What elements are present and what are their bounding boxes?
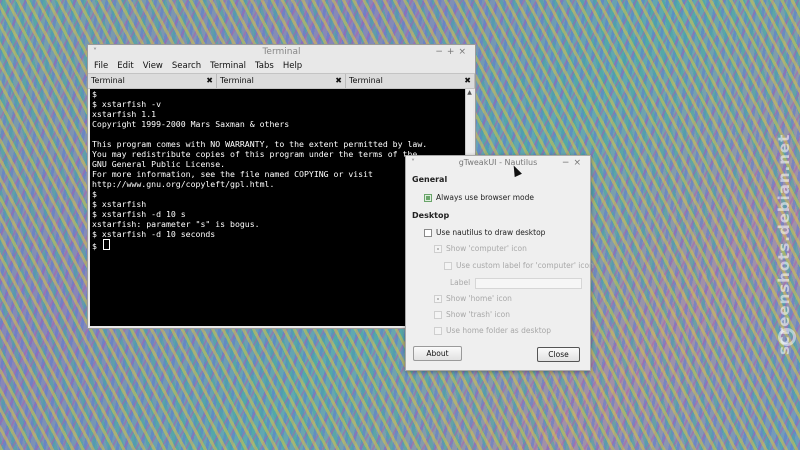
draw-desktop-label: Use nautilus to draw desktop xyxy=(436,228,546,237)
checkbox-checked-icon[interactable] xyxy=(424,193,432,202)
debian-logo-icon xyxy=(778,328,796,346)
checkbox-disabled-icon xyxy=(444,261,452,270)
label-caption: Label xyxy=(450,278,471,287)
checkbox-disabled-icon xyxy=(434,294,442,303)
about-button[interactable]: About xyxy=(413,346,462,361)
custom-label-text: Use custom label for 'computer' icon xyxy=(456,261,594,270)
show-trash-checkbox: Show 'trash' icon xyxy=(434,310,510,319)
tab-terminal-2[interactable]: Terminal ✖ xyxy=(217,74,346,88)
desktop-heading: Desktop xyxy=(412,211,450,220)
menu-view[interactable]: View xyxy=(143,59,163,73)
custom-label-checkbox: Use custom label for 'computer' icon xyxy=(444,261,594,270)
menu-tabs[interactable]: Tabs xyxy=(255,59,274,73)
label-input xyxy=(475,278,582,289)
close-tab-icon[interactable]: ✖ xyxy=(335,74,342,88)
terminal-prompt: $ xyxy=(92,241,102,251)
window-menu-icon[interactable]: ˅ xyxy=(411,156,415,170)
home-as-desktop-label: Use home folder as desktop xyxy=(446,326,551,335)
menu-help[interactable]: Help xyxy=(283,59,302,73)
terminal-menubar: File Edit View Search Terminal Tabs Help xyxy=(88,59,475,73)
window-controls[interactable]: −+× xyxy=(435,45,470,59)
tab-label: Terminal xyxy=(220,76,254,85)
browser-mode-checkbox[interactable]: Always use browser mode xyxy=(424,193,534,202)
checkbox-icon[interactable] xyxy=(424,228,432,237)
terminal-title: Terminal xyxy=(262,47,301,57)
home-as-desktop-checkbox: Use home folder as desktop xyxy=(434,326,551,335)
close-tab-icon[interactable]: ✖ xyxy=(206,74,213,88)
tab-terminal-3[interactable]: Terminal ✖ xyxy=(346,74,475,88)
scroll-up-icon[interactable]: ▲ xyxy=(466,89,473,96)
window-controls[interactable]: −× xyxy=(562,156,585,170)
show-computer-checkbox: Show 'computer' icon xyxy=(434,244,527,253)
checkbox-disabled-icon xyxy=(434,326,442,335)
show-computer-label: Show 'computer' icon xyxy=(446,244,527,253)
tab-label: Terminal xyxy=(349,76,383,85)
show-home-label: Show 'home' icon xyxy=(446,294,512,303)
general-heading: General xyxy=(412,175,448,184)
tab-label: Terminal xyxy=(91,76,125,85)
browser-mode-label: Always use browser mode xyxy=(436,193,534,202)
show-trash-label: Show 'trash' icon xyxy=(446,310,510,319)
tab-terminal-1[interactable]: Terminal ✖ xyxy=(88,74,217,88)
menu-edit[interactable]: Edit xyxy=(117,59,133,73)
menu-file[interactable]: File xyxy=(94,59,108,73)
menu-search[interactable]: Search xyxy=(172,59,201,73)
close-button[interactable]: Close xyxy=(537,347,580,362)
menu-terminal[interactable]: Terminal xyxy=(210,59,246,73)
dialog-titlebar[interactable]: ˅ gTweakUI - Nautilus −× xyxy=(406,156,590,170)
checkbox-disabled-icon xyxy=(434,310,442,319)
checkbox-disabled-icon xyxy=(434,244,442,253)
show-home-checkbox: Show 'home' icon xyxy=(434,294,512,303)
window-menu-icon[interactable]: ˅ xyxy=(93,45,97,59)
draw-desktop-checkbox[interactable]: Use nautilus to draw desktop xyxy=(424,228,545,237)
text-cursor xyxy=(102,239,110,250)
terminal-titlebar[interactable]: ˅ Terminal −+× xyxy=(88,45,475,59)
close-tab-icon[interactable]: ✖ xyxy=(464,74,471,88)
dialog-title: gTweakUI - Nautilus xyxy=(458,158,538,167)
terminal-tabbar: Terminal ✖ Terminal ✖ Terminal ✖ xyxy=(88,73,475,89)
gtweakui-dialog[interactable]: ˅ gTweakUI - Nautilus −× General Always … xyxy=(405,155,594,371)
